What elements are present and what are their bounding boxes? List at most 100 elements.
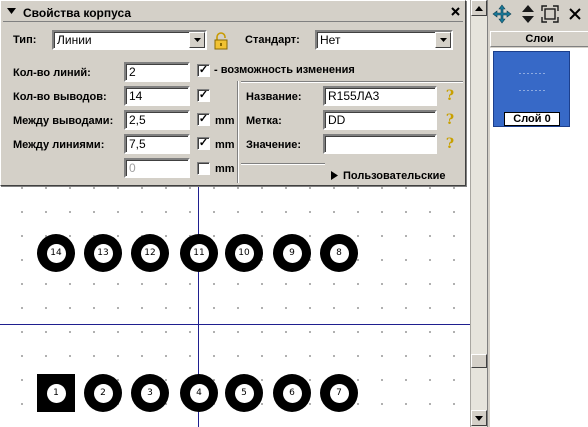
dropdown-arrow-icon [439, 38, 447, 42]
pin-number: 8 [329, 243, 349, 263]
editable-checkbox[interactable]: ✓ [197, 64, 210, 77]
lock-button[interactable] [213, 32, 229, 50]
dialog-close-button[interactable] [447, 4, 463, 20]
arrow-up-icon [475, 5, 483, 11]
pin-pad[interactable]: 2 [84, 374, 122, 412]
line-spacing-input[interactable]: 7,5 [124, 134, 190, 154]
package-properties-dialog: Свойства корпуса Тип: Линии Стандарт: Не… [0, 0, 466, 186]
pin-pad-first[interactable]: 1 [37, 374, 75, 412]
pin-spacing-mm-checkbox[interactable]: ✓ [197, 113, 210, 126]
pin-number: 7 [329, 383, 349, 403]
close-icon [569, 8, 581, 20]
mm-unit-label: mm [215, 139, 235, 151]
name-input[interactable]: R155ЛА3 [323, 86, 437, 106]
standard-dropdown-button[interactable] [435, 32, 451, 48]
pin-pad[interactable]: 11 [180, 234, 218, 272]
up-down-arrows-icon [522, 5, 534, 23]
pin-pad[interactable]: 3 [131, 374, 169, 412]
pins-count-label: Кол-во выводов: [13, 91, 107, 103]
pin-number: 1 [46, 383, 66, 403]
separator [241, 163, 325, 165]
scroll-up-button[interactable] [471, 0, 487, 16]
vertical-scrollbar[interactable] [470, 0, 487, 427]
line-spacing-mm-checkbox[interactable]: ✓ [197, 137, 210, 150]
help-icon[interactable]: ? [443, 136, 457, 152]
lines-count-input[interactable]: 2 [124, 62, 190, 82]
standard-select[interactable]: Нет [315, 30, 453, 50]
layer-item[interactable]: ······· ······· Слой 0 [493, 51, 570, 127]
pin-pad[interactable]: 12 [131, 234, 169, 272]
layer-preview: ······· [518, 68, 547, 78]
pin-pad[interactable]: 10 [225, 234, 263, 272]
pin-pad[interactable]: 9 [273, 234, 311, 272]
user-section-label: Пользовательские [343, 170, 446, 182]
scroll-thumb[interactable] [471, 354, 487, 368]
help-icon[interactable]: ? [443, 88, 457, 104]
standard-label: Стандарт: [245, 34, 300, 46]
separator [237, 81, 239, 183]
scroll-down-button[interactable] [471, 410, 487, 426]
pin-pad[interactable]: 14 [37, 234, 75, 272]
extra-mm-checkbox[interactable] [197, 162, 210, 175]
type-value: Линии [57, 33, 92, 47]
pin-pad[interactable]: 4 [180, 374, 218, 412]
pin-number: 4 [189, 383, 209, 403]
pin-spacing-input[interactable]: 2,5 [124, 110, 190, 130]
name-label: Название: [246, 91, 302, 103]
layers-header: Слои [490, 31, 588, 47]
lock-icon [214, 32, 228, 50]
layers-panel: Слои ······· ······· Слой 0 [487, 0, 588, 427]
fit-view-icon [541, 5, 559, 23]
pin-pad[interactable]: 13 [84, 234, 122, 272]
pins-count-checkbox[interactable]: ✓ [197, 89, 210, 102]
standard-value: Нет [320, 33, 341, 47]
up-down-button[interactable] [518, 4, 538, 24]
pin-spacing-label: Между выводами: [13, 115, 114, 127]
value-input[interactable] [323, 134, 437, 154]
fit-view-button[interactable] [540, 4, 560, 24]
mm-unit-label: mm [215, 163, 235, 175]
move-tool-button[interactable] [492, 4, 512, 24]
help-icon[interactable]: ? [443, 112, 457, 128]
pin-number: 13 [93, 243, 113, 263]
close-icon [450, 7, 460, 16]
type-dropdown-button[interactable] [189, 32, 205, 48]
lines-count-label: Кол-во линий: [13, 67, 91, 79]
horizontal-axis-line [0, 324, 470, 325]
pin-pad[interactable]: 5 [225, 374, 263, 412]
value-label: Значение: [246, 139, 302, 151]
type-select[interactable]: Линии [52, 30, 207, 50]
dialog-titlebar[interactable]: Свойства корпуса [3, 3, 463, 22]
user-section-toggle[interactable]: Пользовательские [331, 170, 446, 182]
pin-number: 3 [140, 383, 160, 403]
pin-number: 11 [189, 243, 209, 263]
pin-number: 9 [282, 243, 302, 263]
pin-number: 6 [282, 383, 302, 403]
separator [241, 81, 463, 83]
pins-count-input[interactable]: 14 [124, 86, 190, 106]
mark-label: Метка: [246, 115, 282, 127]
editable-checkbox-label: - возможность изменения [214, 64, 355, 76]
panel-close-button[interactable] [566, 4, 584, 24]
layer-preview: ······· [518, 85, 547, 95]
pin-number: 10 [234, 243, 254, 263]
dropdown-arrow-icon [193, 38, 201, 42]
mark-input[interactable]: DD [323, 110, 437, 130]
pin-number: 12 [140, 243, 160, 263]
triangle-right-icon [331, 171, 338, 180]
pin-number: 2 [93, 383, 113, 403]
pin-pad[interactable]: 7 [320, 374, 358, 412]
arrow-down-icon [475, 415, 483, 421]
layer-name: Слой 0 [504, 112, 560, 126]
pin-number: 5 [234, 383, 254, 403]
triangle-down-icon [7, 8, 16, 14]
line-spacing-label: Между линиями: [13, 139, 105, 151]
pin-number: 14 [46, 243, 66, 263]
type-label: Тип: [13, 34, 37, 46]
layers-list: ······· ······· Слой 0 [490, 48, 588, 427]
extra-input: 0 [124, 158, 190, 178]
dialog-title: Свойства корпуса [23, 6, 131, 20]
pin-pad[interactable]: 6 [273, 374, 311, 412]
move-icon [492, 4, 512, 24]
pin-pad[interactable]: 8 [320, 234, 358, 272]
